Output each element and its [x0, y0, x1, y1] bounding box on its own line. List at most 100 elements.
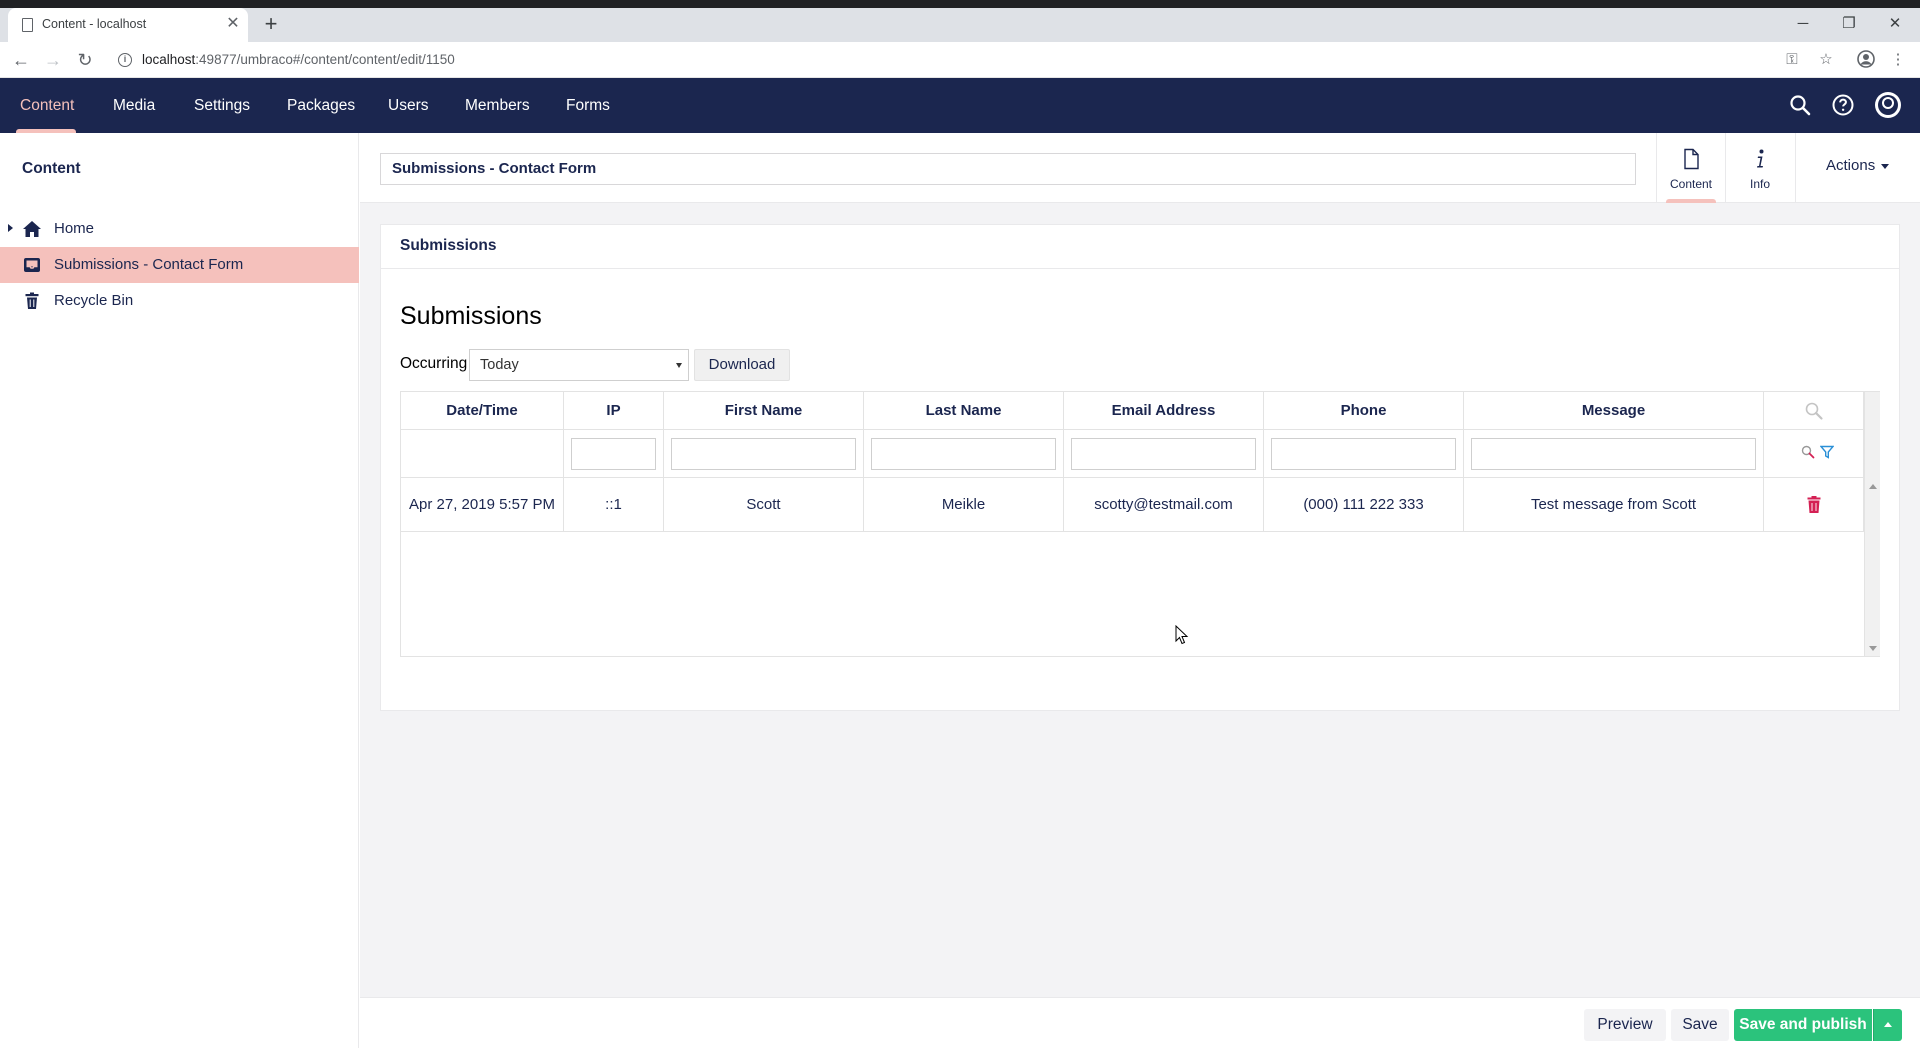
minimize-icon[interactable]: ─: [1788, 13, 1818, 35]
search-icon[interactable]: [1788, 93, 1812, 117]
section-members[interactable]: Members: [465, 78, 530, 133]
cell-message: Test message from Scott: [1464, 478, 1764, 532]
content-tree: Content Home Submissions - Contact Form …: [0, 133, 359, 1048]
occurring-value: Today: [480, 357, 519, 373]
tree-item-recycle-bin[interactable]: Recycle Bin: [0, 283, 359, 319]
inbox-icon: [22, 255, 42, 275]
preview-button[interactable]: Preview: [1584, 1009, 1666, 1041]
column-header-phone[interactable]: Phone: [1264, 392, 1464, 430]
trash-icon: [22, 291, 42, 311]
key-icon[interactable]: ⚿: [1782, 50, 1802, 70]
editor-area: Submissions - Contact Form Content Info …: [360, 133, 1920, 1048]
actions-button[interactable]: Actions: [1826, 157, 1890, 174]
cell-last-name: Meikle: [864, 478, 1064, 532]
reload-icon[interactable]: ↻: [73, 48, 97, 72]
filter-cell: [864, 430, 1064, 478]
save-button[interactable]: Save: [1671, 1009, 1729, 1041]
column-header-last-name[interactable]: Last Name: [864, 392, 1064, 430]
filter-actions-cell: [1764, 430, 1864, 478]
url-text[interactable]: localhost:49877/umbraco#/content/content…: [142, 52, 455, 67]
select-caret-icon: [676, 363, 682, 368]
publish-options-button[interactable]: [1873, 1009, 1902, 1041]
column-header-ip[interactable]: IP: [564, 392, 664, 430]
active-tab-indicator: [1666, 199, 1716, 203]
tree-item-submissions[interactable]: Submissions - Contact Form: [0, 247, 359, 283]
browser-tab[interactable]: Content - localhost ✕: [8, 8, 248, 42]
column-header-email[interactable]: Email Address: [1064, 392, 1264, 430]
column-header-first-name[interactable]: First Name: [664, 392, 864, 430]
column-header-actions: [1764, 392, 1864, 430]
close-window-icon[interactable]: ✕: [1880, 13, 1910, 35]
tab-info[interactable]: Info: [1726, 133, 1794, 203]
expand-caret-icon[interactable]: [8, 224, 13, 232]
panel-header: Submissions: [381, 225, 1899, 269]
browser-menu-icon[interactable]: ⋮: [1888, 50, 1908, 70]
filter-cell: [564, 430, 664, 478]
grid-scrollbar[interactable]: [1864, 392, 1880, 656]
site-info-icon[interactable]: i: [118, 53, 132, 67]
tree-item-label: Submissions - Contact Form: [54, 256, 244, 273]
download-button[interactable]: Download: [694, 349, 790, 381]
cell-actions: [1764, 478, 1864, 532]
tree-item-label: Recycle Bin: [54, 292, 134, 309]
submissions-grid: Date/Time IP First Name Last Name Email …: [400, 391, 1880, 657]
mouse-cursor-icon: [1175, 625, 1189, 645]
info-icon: [1750, 148, 1770, 170]
filter-ip-input[interactable]: [571, 438, 656, 470]
page-icon: [22, 18, 33, 32]
section-users[interactable]: Users: [388, 78, 428, 133]
filter-email-input[interactable]: [1071, 438, 1256, 470]
section-settings[interactable]: Settings: [194, 78, 250, 133]
search-icon[interactable]: [1801, 445, 1815, 459]
tab-content[interactable]: Content: [1657, 133, 1725, 203]
scroll-down-icon[interactable]: [1869, 646, 1877, 651]
close-tab-icon[interactable]: ✕: [224, 14, 242, 34]
occurring-select[interactable]: Today: [469, 349, 689, 381]
filter-cell: [1264, 430, 1464, 478]
filter-first-name-input[interactable]: [671, 438, 856, 470]
restore-icon[interactable]: ❐: [1834, 13, 1864, 35]
occurring-label: Occurring: [400, 355, 468, 372]
caret-up-icon: [1884, 1022, 1892, 1028]
delete-icon[interactable]: [1807, 496, 1821, 513]
section-content[interactable]: Content: [20, 78, 74, 133]
column-header-message[interactable]: Message: [1464, 392, 1764, 430]
user-avatar-icon[interactable]: [1874, 91, 1902, 119]
section-media[interactable]: Media: [113, 78, 155, 133]
forward-icon[interactable]: →: [41, 48, 65, 72]
cell-datetime: Apr 27, 2019 5:57 PM: [401, 478, 564, 532]
section-forms[interactable]: Forms: [566, 78, 610, 133]
tab-label: Content: [1669, 177, 1713, 191]
filter-message-input[interactable]: [1471, 438, 1756, 470]
tree-title: Content: [22, 160, 81, 177]
browser-tab-bar: Content - localhost ✕ + ─ ❐ ✕: [0, 8, 1920, 42]
scroll-up-icon[interactable]: [1869, 484, 1877, 489]
section-packages[interactable]: Packages: [287, 78, 355, 133]
cell-phone: (000) 111 222 333: [1264, 478, 1464, 532]
document-icon: [1681, 148, 1701, 170]
search-icon[interactable]: [1804, 401, 1824, 421]
omnibox[interactable]: i localhost:49877/umbraco#/content/conte…: [108, 46, 1788, 74]
help-icon[interactable]: [1831, 93, 1855, 117]
caret-down-icon: [1881, 163, 1890, 169]
cell-ip: ::1: [564, 478, 664, 532]
new-tab-icon[interactable]: +: [260, 13, 282, 35]
star-icon[interactable]: ☆: [1816, 50, 1836, 70]
profile-icon[interactable]: [1856, 50, 1876, 70]
filter-icon[interactable]: [1820, 445, 1834, 459]
submissions-heading: Submissions: [400, 302, 542, 330]
back-icon[interactable]: ←: [9, 48, 33, 72]
filter-cell: [1464, 430, 1764, 478]
address-bar: ← → ↻ i localhost:49877/umbraco#/content…: [0, 42, 1920, 78]
filter-last-name-input[interactable]: [871, 438, 1056, 470]
home-icon: [22, 219, 42, 239]
umbraco-header: Content Media Settings Packages Users Me…: [0, 78, 1920, 133]
window-top-strip: [0, 0, 1920, 8]
cell-first-name: Scott: [664, 478, 864, 532]
column-header-datetime[interactable]: Date/Time: [401, 392, 564, 430]
save-and-publish-button[interactable]: Save and publish: [1734, 1009, 1872, 1041]
node-name-input[interactable]: Submissions - Contact Form: [380, 153, 1636, 185]
filter-phone-input[interactable]: [1271, 438, 1456, 470]
editor-footer: Preview Save Save and publish: [360, 997, 1920, 1048]
tree-item-home[interactable]: Home: [0, 211, 359, 247]
